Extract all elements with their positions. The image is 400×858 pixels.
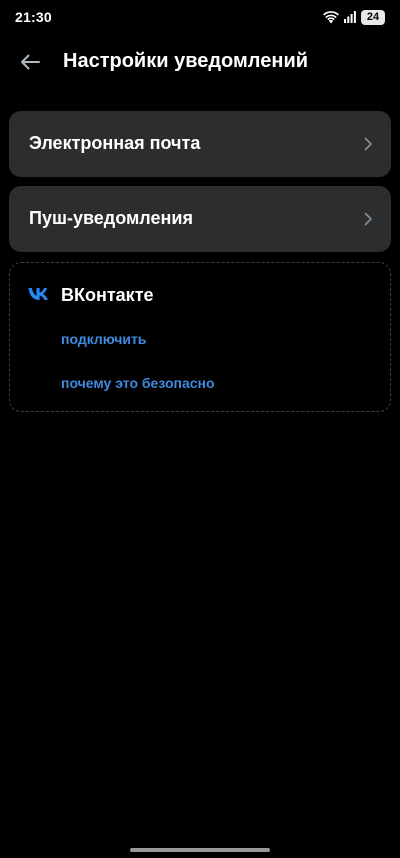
- vk-connect-link[interactable]: подключить: [61, 331, 146, 347]
- vk-title: ВКонтакте: [61, 285, 154, 305]
- wifi-icon: [323, 10, 339, 23]
- status-bar: 21:30 24: [0, 0, 400, 34]
- battery-icon: 24: [361, 9, 385, 25]
- status-icons: 24: [323, 9, 385, 25]
- signal-icon: [344, 11, 356, 23]
- arrow-left-icon: [21, 54, 40, 70]
- push-notifications-label: Пуш-уведомления: [29, 208, 193, 228]
- vk-logo-icon: [28, 288, 48, 300]
- home-indicator[interactable]: [130, 848, 270, 852]
- status-time: 21:30: [15, 9, 52, 25]
- email-notifications-label: Электронная почта: [29, 133, 201, 153]
- page-title: Настройки уведомлений: [63, 50, 309, 72]
- header: Настройки уведомлений: [0, 40, 400, 84]
- back-button[interactable]: [12, 44, 48, 80]
- email-notifications-item[interactable]: Электронная почта: [9, 111, 391, 177]
- chevron-right-icon: [364, 212, 372, 226]
- vk-connect-block: ВКонтакте подключить почему это безопасн…: [9, 262, 391, 412]
- push-notifications-item[interactable]: Пуш-уведомления: [9, 186, 391, 252]
- vk-why-safe-link[interactable]: почему это безопасно: [61, 375, 215, 391]
- chevron-right-icon: [364, 137, 372, 151]
